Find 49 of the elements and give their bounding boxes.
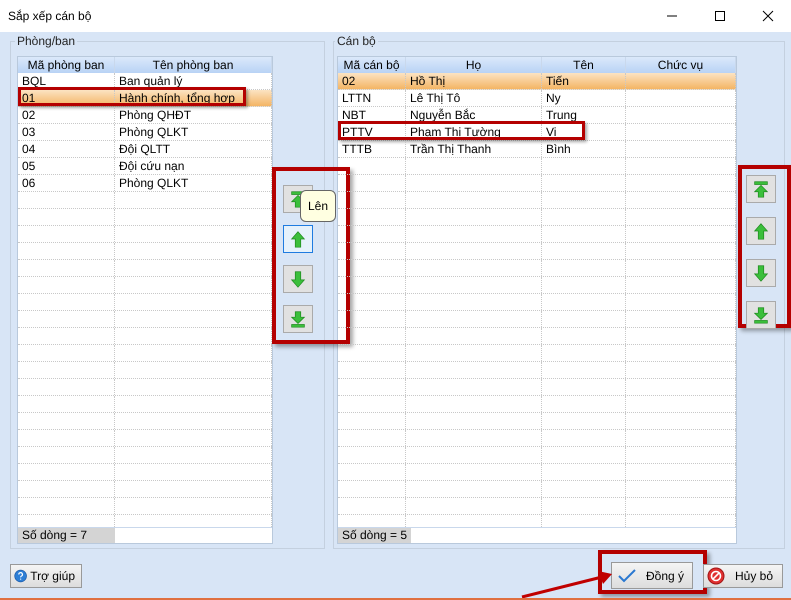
table-cell: 01 [22,91,36,105]
window-title: Sắp xếp cán bộ [8,9,92,23]
table-cell: Lê Thị Tô [410,91,460,105]
table-cell: 04 [22,142,36,156]
table-cell: LTTN [342,91,372,105]
table-row[interactable]: NBT Nguyễn Bắc Trung [338,107,736,124]
row-count: Số dòng = 7 [22,528,88,542]
table-cell: PTTV [342,125,373,139]
table-cell: Bình [546,142,571,156]
help-button[interactable]: Trợ giúp [10,564,82,588]
column-header[interactable]: Mã phòng ban [18,57,115,73]
table-row[interactable]: 04 Đội QLTT [18,141,272,158]
table-cell: Đội cứu nạn [119,159,184,173]
table-cell: Tiến [546,74,569,88]
table-row[interactable]: 03 Phòng QLKT [18,124,272,141]
table-cell: 02 [22,108,36,122]
column-header[interactable]: Tên phòng ban [115,57,272,73]
table-cell: 02 [342,74,356,88]
table-row[interactable]: 02 Phòng QHĐT [18,107,272,124]
table-cell: Trần Thị Thanh [410,142,492,156]
group-title: Phòng/ban [16,34,76,48]
table-row[interactable]: PTTV Phạm Thị Tường Vi [338,124,736,141]
table-cell: Phòng QLKT [119,125,188,139]
table-cell: Ban quản lý [119,74,182,88]
table-cell: Ny [546,91,561,105]
table-cell: Phạm Thị Tường [410,125,501,139]
table-row[interactable]: TTTB Trần Thị Thanh Bình [338,141,736,158]
table-cell: Trung [546,108,577,122]
table-cell: 05 [22,159,36,173]
table-row[interactable]: LTTN Lê Thị Tô Ny [338,90,736,107]
group-title: Cán bộ [336,34,377,48]
table-cell: Đội QLTT [119,142,170,156]
table-row[interactable]: 02 Hồ Thị Tiến [338,73,736,90]
table-cell: TTTB [342,142,372,156]
table-row[interactable]: 06 Phòng QLKT [18,175,272,192]
row-count: Số dòng = 5 [342,528,408,542]
cancel-button[interactable]: Hủy bỏ [703,564,783,588]
table-cell: BQL [22,74,46,88]
table-cell: 03 [22,125,36,139]
table-cell: Hồ Thị [410,74,446,88]
tooltip: Lên [300,190,336,222]
table-row[interactable]: 05 Đội cứu nạn [18,158,272,175]
table-cell: Vi [546,125,556,139]
ok-button[interactable]: Đồng ý [611,562,693,589]
table-cell: NBT [342,108,366,122]
table-cell: Phòng QHĐT [119,108,192,122]
table-cell: Phòng QLKT [119,176,188,190]
table-cell: 06 [22,176,36,190]
table-cell: Nguyễn Bắc [410,108,476,122]
